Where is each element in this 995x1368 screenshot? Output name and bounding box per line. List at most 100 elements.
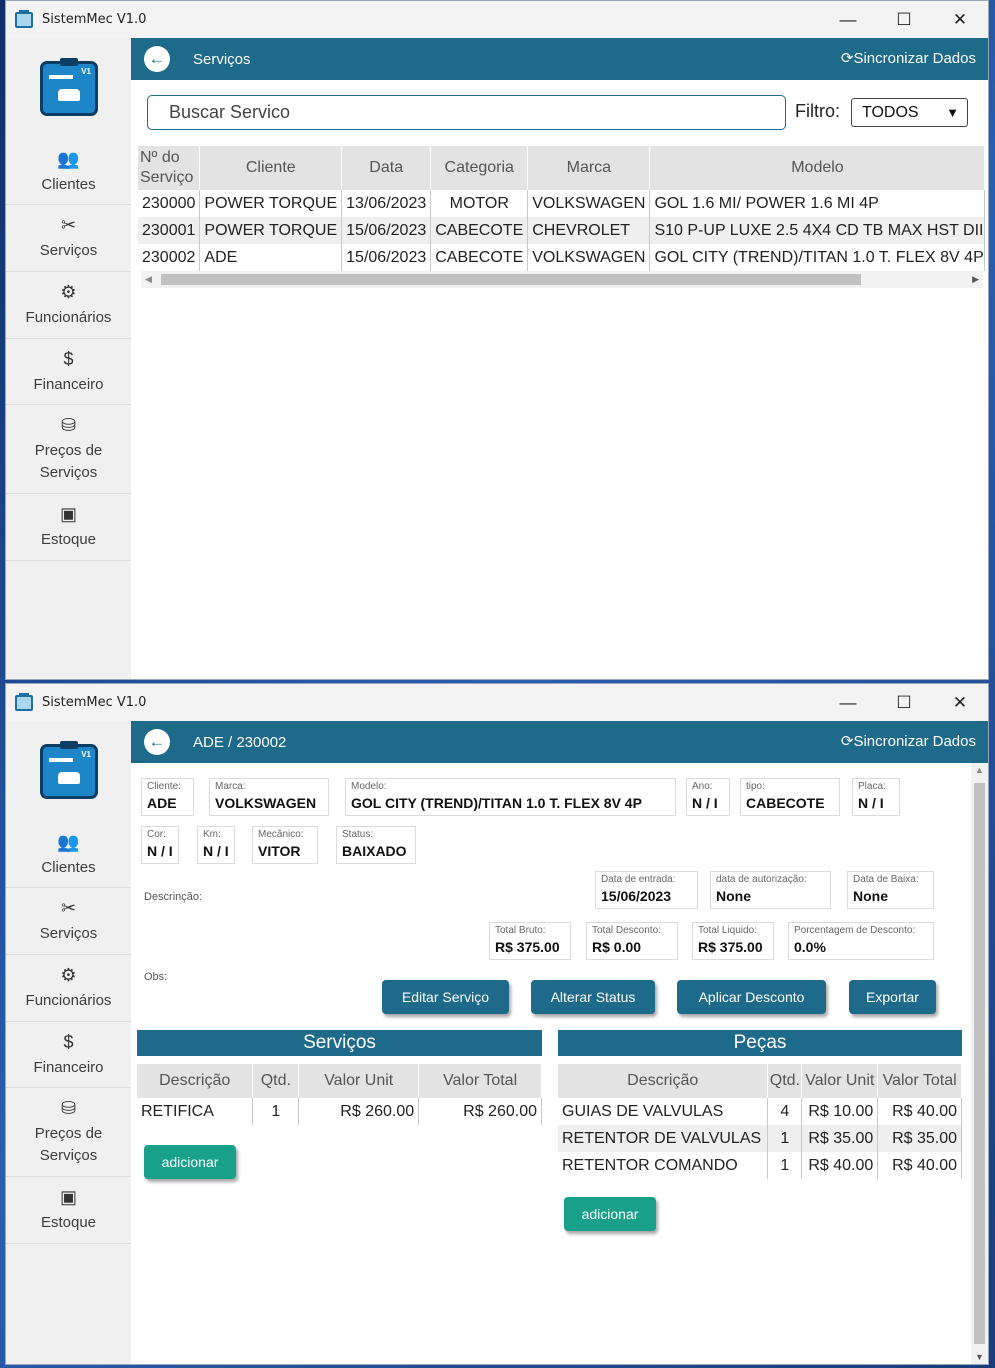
scroll-down-icon[interactable]: ▼ [975, 1352, 984, 1362]
column-header[interactable]: Qtd. [767, 1064, 803, 1098]
search-input[interactable]: Buscar Servico [147, 95, 786, 130]
sidebar-item-estoque[interactable]: ▣ Estoque [6, 494, 131, 561]
back-button[interactable]: ← [144, 729, 170, 755]
cell: 1 [767, 1125, 803, 1152]
table-row[interactable]: GUIAS DE VALVULAS 4 R$ 10.00 R$ 40.00 [558, 1098, 962, 1125]
close-button[interactable]: ✕ [932, 1, 988, 38]
sidebar: V1 👥 Clientes ✂ Serviços ⚙ Funcionários … [6, 721, 131, 1364]
table-row[interactable]: RETENTOR DE VALVULAS 1 R$ 35.00 R$ 35.00 [558, 1125, 962, 1152]
dollar-icon: $ [63, 1032, 74, 1052]
page-header: ← ADE / 230002 ⟳Sincronizar Dados [131, 721, 988, 763]
box-icon: ▣ [59, 1187, 77, 1207]
cell: GUIAS DE VALVULAS [558, 1098, 769, 1125]
user-gear-icon: ⚙ [60, 965, 77, 985]
window-title: SistemMec V1.0 [42, 12, 147, 27]
change-status-button[interactable]: Alterar Status [531, 980, 655, 1014]
cell: 1 [767, 1152, 803, 1179]
sidebar-item-financeiro[interactable]: $ Financeiro [6, 339, 131, 405]
cell: 15/06/2023 [341, 244, 432, 271]
cell: R$ 40.00 [801, 1152, 879, 1179]
main-content: ← ADE / 230002 ⟳Sincronizar Dados Client… [131, 721, 988, 1364]
main-content: ← Serviços ⟳Sincronizar Dados Buscar Ser… [131, 38, 988, 679]
apply-discount-button[interactable]: Aplicar Desconto [677, 980, 826, 1014]
horizontal-scrollbar[interactable]: ◀ ▶ [141, 271, 983, 288]
window-services-list: SistemMec V1.0 — ☐ ✕ V1 👥 Clientes ✂ Ser… [5, 0, 989, 680]
price-tag-icon: ⛁ [60, 1098, 77, 1118]
app-icon [15, 692, 33, 711]
cell: 13/06/2023 [341, 190, 432, 217]
field-porcentagem-desconto: Porcentagem de Desconto: 0.0% [788, 922, 934, 960]
cell: 230002 [138, 244, 201, 271]
export-button[interactable]: Exportar [849, 980, 936, 1014]
sync-button[interactable]: ⟳Sincronizar Dados [841, 721, 976, 763]
chevron-down-icon: ▼ [946, 105, 959, 120]
table-row[interactable]: RETENTOR COMANDO 1 R$ 40.00 R$ 40.00 [558, 1152, 962, 1179]
cell: 230000 [138, 190, 201, 217]
field-cliente: Cliente: ADE [141, 778, 194, 816]
column-header[interactable]: Qtd. [252, 1064, 300, 1098]
sidebar-item-precos[interactable]: ⛁ Preços de Serviços [6, 405, 131, 494]
page-title: Serviços [193, 50, 251, 68]
scroll-left-icon[interactable]: ◀ [145, 271, 152, 288]
cell: R$ 40.00 [877, 1152, 962, 1179]
column-header[interactable]: Descrição [558, 1064, 769, 1098]
sync-button[interactable]: ⟳Sincronizar Dados [841, 38, 976, 80]
scroll-right-icon[interactable]: ▶ [972, 271, 979, 288]
column-header[interactable]: Descrição [137, 1064, 254, 1098]
parts-items-table: Descrição Qtd. Valor Unit Valor Total GU… [558, 1064, 962, 1179]
table-row[interactable]: 230001 POWER TORQUE 15/06/2023 CABECOTE … [138, 217, 986, 244]
cell: RETENTOR DE VALVULAS [558, 1125, 769, 1152]
cell: POWER TORQUE [199, 217, 343, 244]
table-row[interactable]: 230002 ADE 15/06/2023 CABECOTE VOLKSWAGE… [138, 244, 986, 271]
column-header[interactable]: Valor Unit [298, 1064, 420, 1098]
sidebar-item-clientes[interactable]: 👥 Clientes [6, 831, 131, 888]
window-title: SistemMec V1.0 [42, 695, 147, 710]
column-header[interactable]: Cliente [199, 146, 343, 190]
column-header[interactable]: Categoria [430, 146, 529, 190]
descricao-label: Descrinção: [144, 891, 203, 903]
sidebar-item-clientes[interactable]: 👥 Clientes [6, 148, 131, 205]
column-header[interactable]: Valor Total [418, 1064, 542, 1098]
maximize-button[interactable]: ☐ [876, 1, 932, 38]
scrollbar-thumb[interactable] [974, 783, 985, 1344]
sidebar-item-precos[interactable]: ⛁ Preços de Serviços [6, 1088, 131, 1177]
filter-select[interactable]: TODOS ▼ [851, 98, 968, 127]
cell: R$ 35.00 [877, 1125, 962, 1152]
column-header[interactable]: Marca [527, 146, 651, 190]
field-total-bruto: Total Bruto: R$ 375.00 [489, 922, 571, 960]
column-header[interactable]: Modelo [649, 146, 986, 190]
close-button[interactable]: ✕ [932, 684, 988, 721]
scrollbar-thumb[interactable] [161, 274, 861, 285]
vertical-scrollbar[interactable]: ▲ ▼ [971, 763, 988, 1364]
sidebar-item-estoque[interactable]: ▣ Estoque [6, 1177, 131, 1244]
sidebar-item-servicos[interactable]: ✂ Serviços [6, 205, 131, 272]
add-part-button[interactable]: adicionar [564, 1197, 656, 1231]
cell: CHEVROLET [527, 217, 651, 244]
sidebar-item-funcionarios[interactable]: ⚙ Funcionários [6, 955, 131, 1022]
cell: R$ 35.00 [801, 1125, 879, 1152]
scroll-up-icon[interactable]: ▲ [975, 765, 984, 775]
field-marca: Marca: VOLKSWAGEN [209, 778, 329, 816]
cell: R$ 260.00 [298, 1098, 420, 1125]
minimize-button[interactable]: — [820, 684, 876, 721]
column-header[interactable]: Data [341, 146, 432, 190]
sidebar-item-financeiro[interactable]: $ Financeiro [6, 1022, 131, 1088]
cell: RETIFICA [137, 1098, 254, 1125]
back-button[interactable]: ← [144, 46, 170, 72]
table-row[interactable]: RETIFICA 1 R$ 260.00 R$ 260.00 [137, 1098, 542, 1125]
app-logo: V1 [40, 58, 98, 116]
sidebar-item-funcionarios[interactable]: ⚙ Funcionários [6, 272, 131, 339]
edit-service-button[interactable]: Editar Serviço [382, 980, 509, 1014]
cell: GOL CITY (TREND)/TITAN 1.0 T. FLEX 8V 4P [649, 244, 986, 271]
window-service-detail: SistemMec V1.0 — ☐ ✕ V1 👥 Clientes ✂ Ser… [5, 683, 989, 1365]
column-header[interactable]: Nº do Serviço [138, 146, 201, 190]
cell: S10 P-UP LUXE 2.5 4X4 CD TB MAX HST DII [649, 217, 986, 244]
table-row[interactable]: 230000 POWER TORQUE 13/06/2023 MOTOR VOL… [138, 190, 986, 217]
maximize-button[interactable]: ☐ [876, 684, 932, 721]
sidebar-item-servicos[interactable]: ✂ Serviços [6, 888, 131, 955]
minimize-button[interactable]: — [820, 1, 876, 38]
sidebar: V1 👥 Clientes ✂ Serviços ⚙ Funcionários … [6, 38, 131, 679]
add-service-button[interactable]: adicionar [144, 1145, 236, 1179]
column-header[interactable]: Valor Unit [801, 1064, 879, 1098]
column-header[interactable]: Valor Total [877, 1064, 962, 1098]
